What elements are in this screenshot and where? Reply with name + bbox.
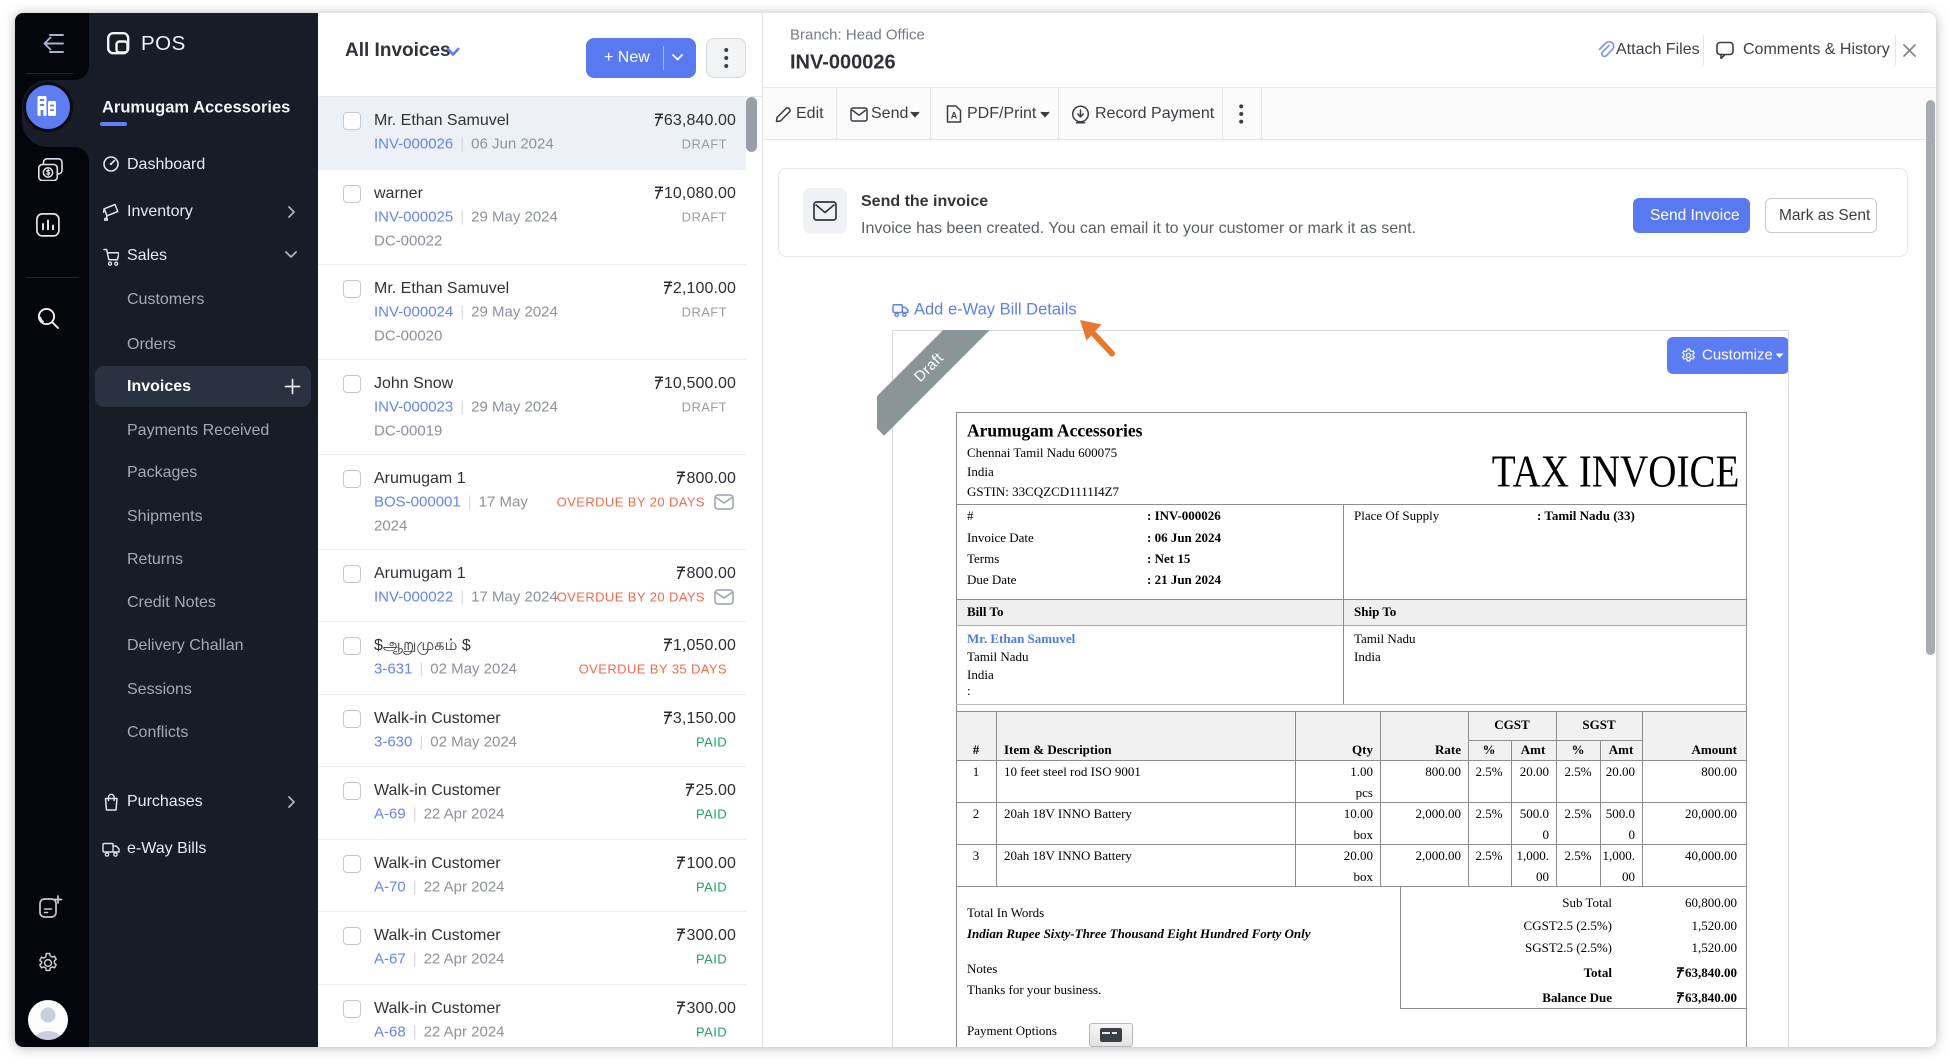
svg-text:A: A (951, 111, 958, 121)
